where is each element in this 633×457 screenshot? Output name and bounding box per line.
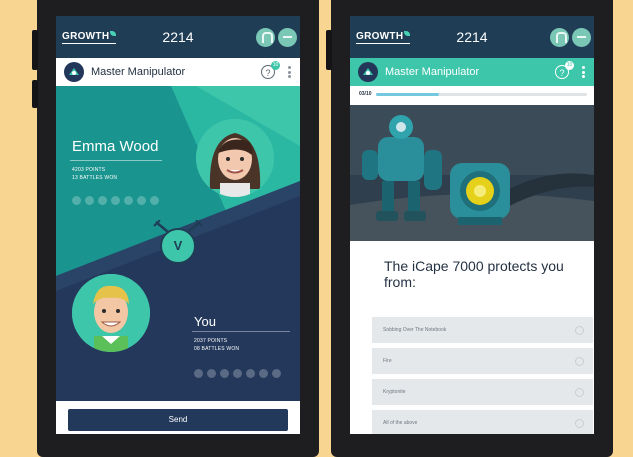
answer-option[interactable]: Fire	[372, 348, 593, 374]
player2-name: You	[194, 314, 216, 329]
player2-points: 2037 POINTS	[194, 338, 228, 344]
status-bar: GROWTH 2214	[56, 16, 300, 58]
player2-avatar	[72, 274, 150, 352]
app-bar: Master Manipulator ? 10	[56, 58, 300, 86]
side-button	[32, 30, 38, 70]
answer-option[interactable]: Sobbing Over The Notebook	[372, 317, 593, 343]
notification-badge: 10	[271, 61, 280, 70]
player1-progress-dots	[72, 196, 159, 205]
status-bar: GROWTH 2214	[350, 16, 594, 58]
player1-name: Emma Wood	[72, 138, 159, 155]
topic-avatar	[358, 62, 378, 82]
radio-icon	[575, 326, 584, 335]
home-icon[interactable]	[550, 28, 569, 47]
menu-icon[interactable]	[278, 28, 297, 47]
menu-icon[interactable]	[572, 28, 591, 47]
answer-option[interactable]: Kryptonite	[372, 379, 593, 405]
right-phone: GROWTH 2214 Master Manipulator ? 10 03/1…	[326, 0, 613, 457]
player1-points: 4203 POINTS	[72, 167, 106, 173]
side-button	[326, 30, 332, 70]
quiz-screen: GROWTH 2214 Master Manipulator ? 10 03/1…	[350, 16, 594, 434]
progress-label: 03/10	[359, 91, 372, 97]
battle-screen: GROWTH 2214 Master Manipulator ? 10 Emma…	[56, 16, 300, 434]
player2-progress-dots	[194, 369, 281, 378]
app-title: Master Manipulator	[91, 66, 186, 78]
radio-icon	[575, 388, 584, 397]
progress-fill	[376, 93, 440, 96]
radio-icon	[575, 357, 584, 366]
send-bar: Send	[56, 401, 300, 434]
left-phone: GROWTH 2214 Master Manipulator ? 10 Emma…	[32, 0, 319, 457]
kebab-menu-icon[interactable]	[288, 66, 291, 78]
divider	[70, 160, 162, 161]
app-title: Master Manipulator	[385, 66, 480, 78]
question-text: The iCape 7000 protects you from:	[384, 258, 564, 290]
divider	[192, 331, 290, 332]
notification-badge: 10	[565, 61, 574, 70]
radio-icon	[575, 419, 584, 428]
kebab-menu-icon[interactable]	[582, 66, 585, 78]
send-button[interactable]: Send	[68, 409, 288, 431]
progress-track	[376, 93, 587, 96]
player1-battles: 13 BATTLES WON	[72, 175, 118, 181]
answer-list: Sobbing Over The Notebook Fire Kryptonit…	[372, 317, 593, 434]
robot-illustration	[350, 105, 594, 241]
player1-avatar	[196, 119, 274, 197]
home-icon[interactable]	[256, 28, 275, 47]
side-button	[32, 80, 38, 108]
app-bar: Master Manipulator ? 10	[350, 58, 594, 86]
crossed-swords-icon	[153, 220, 203, 233]
battle-panel: Emma Wood 4203 POINTS 13 BATTLES WON V Y…	[56, 86, 300, 401]
question-area: The iCape 7000 protects you from: Sobbin…	[350, 241, 594, 434]
question-progress: 03/10	[350, 86, 594, 105]
answer-option[interactable]: All of the above	[372, 410, 593, 434]
player2-battles: 08 BATTLES WON	[194, 346, 240, 352]
topic-avatar	[64, 62, 84, 82]
